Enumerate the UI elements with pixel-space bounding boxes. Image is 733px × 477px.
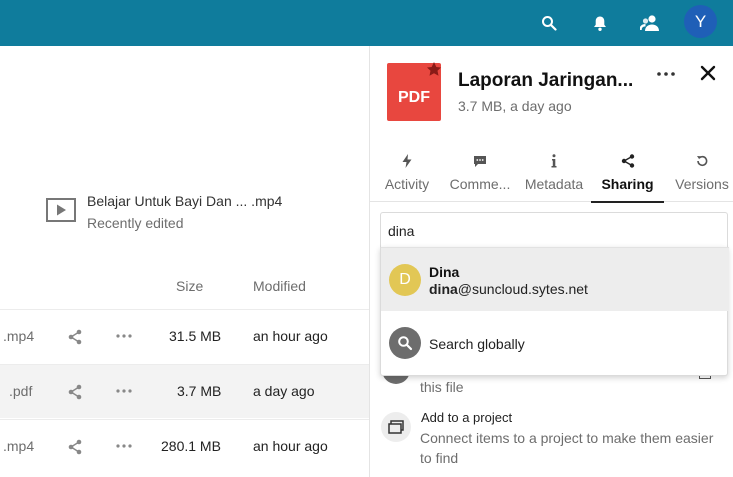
share-search-input[interactable]: [380, 212, 728, 248]
file-subtitle: 3.7 MB, a day ago: [458, 98, 572, 114]
lightning-icon: [402, 154, 412, 168]
tab-activity[interactable]: Activity: [378, 150, 436, 202]
tab-label: Metadata: [524, 176, 584, 192]
comment-icon: [474, 156, 486, 167]
tab-label: Activity: [384, 176, 430, 192]
video-icon: [46, 198, 76, 222]
info-icon: [551, 154, 557, 168]
share-icon[interactable]: [67, 384, 83, 400]
user-avatar[interactable]: Y: [684, 5, 717, 38]
file-modified: an hour ago: [253, 438, 328, 454]
share-icon: [621, 154, 634, 168]
table-row[interactable]: .mp4 280.1 MB an hour ago: [0, 419, 369, 473]
email-rest: @suncloud.sytes.net: [457, 281, 588, 297]
column-header-size[interactable]: Size: [176, 278, 203, 294]
avatar-initial: D: [399, 271, 411, 288]
sidebar-tabs: Activity Comme... Metadata Sharing Versi…: [370, 150, 733, 203]
file-size: 3.7 MB: [177, 383, 222, 399]
top-header: Y: [0, 0, 733, 46]
contacts-icon[interactable]: [636, 9, 664, 37]
close-icon[interactable]: [700, 65, 716, 81]
tab-label: Sharing: [601, 176, 654, 192]
file-size: 31.5 MB: [169, 328, 222, 344]
share-suggestions-dropdown: D Dina dina@suncloud.sytes.net Search gl…: [380, 247, 729, 376]
project-icon: [381, 412, 411, 442]
more-actions-icon[interactable]: [116, 444, 132, 448]
search-icon: [389, 327, 421, 359]
avatar: D: [389, 264, 421, 296]
search-globally-label: Search globally: [429, 336, 525, 352]
file-title: Laporan Jaringan...: [458, 70, 634, 91]
email-match: dina: [429, 281, 458, 297]
search-icon[interactable]: [535, 9, 563, 37]
column-header-modified[interactable]: Modified: [253, 278, 306, 294]
suggestion-email: dina@suncloud.sytes.net: [429, 281, 588, 297]
suggestion-user-dina[interactable]: D Dina dina@suncloud.sytes.net: [381, 247, 729, 311]
file-extension: .mp4: [3, 438, 35, 454]
suggestion-search-globally[interactable]: Search globally: [381, 311, 729, 375]
share-icon[interactable]: [67, 329, 83, 345]
history-icon: [697, 155, 708, 167]
more-actions-icon[interactable]: [116, 334, 132, 338]
tab-metadata[interactable]: Metadata: [519, 150, 589, 202]
tab-sharing[interactable]: Sharing: [591, 150, 664, 203]
file-type-label: PDF: [398, 89, 430, 106]
add-to-project-title[interactable]: Add to a project: [421, 410, 512, 425]
tab-label: Versions: [675, 176, 729, 192]
pdf-file-icon: PDF: [387, 60, 441, 121]
share-icon[interactable]: [67, 439, 83, 455]
table-row[interactable]: .mp4 31.5 MB an hour ago: [0, 309, 369, 363]
recent-file-subtitle: Recently edited: [87, 215, 184, 231]
files-list: Belajar Untuk Bayi Dan ... .mp4 Recently…: [0, 46, 369, 477]
tab-versions[interactable]: Versions: [670, 150, 733, 202]
tab-label: Comme...: [449, 176, 511, 192]
more-actions-icon[interactable]: [116, 389, 132, 393]
file-extension: .pdf: [9, 383, 33, 399]
file-modified: a day ago: [253, 383, 315, 399]
avatar-initial: Y: [694, 11, 707, 31]
file-extension: .mp4: [3, 328, 35, 344]
file-modified: an hour ago: [253, 328, 328, 344]
suggestion-name: Dina: [429, 264, 460, 280]
details-sidebar: PDF Laporan Jaringan... 3.7 MB, a day ag…: [369, 46, 733, 477]
tab-comments[interactable]: Comme...: [443, 150, 517, 202]
table-row[interactable]: .pdf 3.7 MB a day ago: [0, 364, 369, 418]
bell-icon[interactable]: [586, 9, 614, 37]
recent-file-name: Belajar Untuk Bayi Dan ... .mp4: [87, 193, 283, 209]
file-size: 280.1 MB: [161, 438, 221, 454]
share-option-text: this file: [420, 379, 464, 395]
add-to-project-description: Connect items to a project to make them …: [420, 430, 714, 466]
more-options-icon[interactable]: [655, 65, 677, 83]
